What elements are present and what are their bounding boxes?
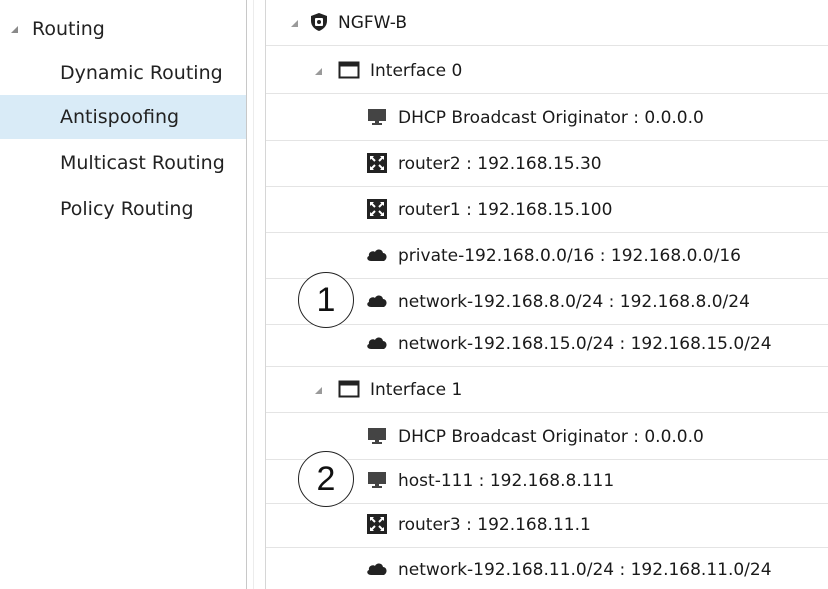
tree-node-label: network-192.168.11.0/24 : 192.168.11.0/2…	[398, 560, 772, 580]
tree-node-label: NGFW-B	[338, 13, 407, 33]
network-cloud-icon	[366, 332, 388, 354]
collapse-triangle-icon[interactable]	[8, 25, 20, 34]
host-icon	[366, 106, 388, 128]
network-cloud-icon	[366, 244, 388, 266]
nav-item-antispoofing[interactable]: Antispoofing	[0, 95, 246, 139]
tree-node-label: router3 : 192.168.11.1	[398, 515, 591, 535]
tree-node-leaf[interactable]: network-192.168.11.0/24 : 192.168.11.0/2…	[266, 547, 828, 589]
nav-item-policy-routing[interactable]: Policy Routing	[0, 187, 246, 231]
interface-icon	[338, 59, 360, 81]
tree-node-leaf[interactable]: router2 : 192.168.15.30	[266, 141, 828, 187]
tree-node-leaf[interactable]: private-192.168.0.0/16 : 192.168.0.0/16	[266, 233, 828, 279]
nav-item-label: Antispoofing	[60, 106, 180, 128]
tree-node-label: network-192.168.15.0/24 : 192.168.15.0/2…	[398, 334, 772, 354]
tree-node-label: host-111 : 192.168.8.111	[398, 471, 615, 491]
nav-item-multicast-routing[interactable]: Multicast Routing	[0, 141, 246, 185]
tree-node-leaf[interactable]: router1 : 192.168.15.100	[266, 187, 828, 233]
tree-node-interface[interactable]: Interface 1	[266, 367, 828, 413]
collapse-triangle-icon[interactable]	[288, 17, 300, 29]
tree-node-interface[interactable]: Interface 0	[266, 48, 828, 94]
host-icon	[366, 425, 388, 447]
nav-section-routing[interactable]: Routing	[0, 7, 246, 51]
tree-node-label: DHCP Broadcast Originator : 0.0.0.0	[398, 108, 704, 128]
tree-node-root[interactable]: NGFW-B	[266, 0, 828, 46]
panel-splitter[interactable]	[246, 0, 266, 589]
router-icon	[366, 513, 388, 535]
callout-marker-2: 2	[298, 451, 354, 507]
tree-node-leaf[interactable]: DHCP Broadcast Originator : 0.0.0.0	[266, 95, 828, 141]
interface-icon	[338, 378, 360, 400]
tree-node-label: DHCP Broadcast Originator : 0.0.0.0	[398, 427, 704, 447]
nav-item-label: Policy Routing	[60, 198, 194, 220]
callout-marker-1: 1	[298, 272, 354, 328]
router-icon	[366, 152, 388, 174]
tree-node-label: router1 : 192.168.15.100	[398, 200, 613, 220]
collapse-triangle-icon[interactable]	[312, 384, 324, 396]
network-cloud-icon	[366, 290, 388, 312]
tree-node-label: Interface 0	[370, 61, 463, 81]
nav-item-dynamic-routing[interactable]: Dynamic Routing	[0, 51, 246, 95]
tree-node-leaf[interactable]: DHCP Broadcast Originator : 0.0.0.0	[266, 414, 828, 460]
tree-node-label: private-192.168.0.0/16 : 192.168.0.0/16	[398, 246, 741, 266]
navigation-panel: Routing Dynamic Routing Antispoofing Mul…	[0, 0, 246, 589]
network-cloud-icon	[366, 558, 388, 580]
host-icon	[366, 469, 388, 491]
tree-node-leaf[interactable]: network-192.168.15.0/24 : 192.168.15.0/2…	[266, 321, 828, 367]
tree-node-label: network-192.168.8.0/24 : 192.168.8.0/24	[398, 292, 750, 312]
tree-node-label: Interface 1	[370, 380, 463, 400]
tree-node-leaf[interactable]: router3 : 192.168.11.1	[266, 502, 828, 548]
firewall-shield-icon	[308, 11, 330, 33]
collapse-triangle-icon[interactable]	[312, 65, 324, 77]
tree-node-label: router2 : 192.168.15.30	[398, 154, 602, 174]
router-icon	[366, 198, 388, 220]
nav-item-label: Multicast Routing	[60, 152, 225, 174]
nav-item-label: Dynamic Routing	[60, 62, 223, 84]
nav-section-label: Routing	[32, 18, 105, 40]
